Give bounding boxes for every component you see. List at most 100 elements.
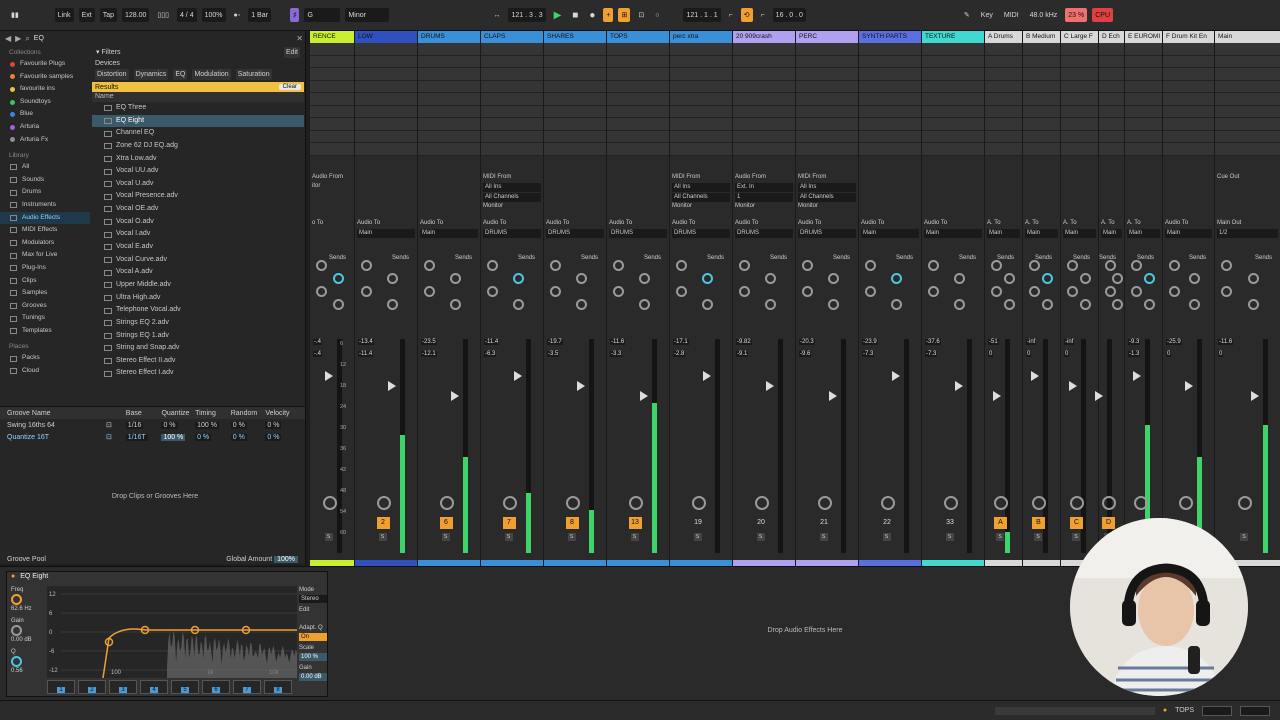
metronome-icon[interactable]: ▯▯▯ <box>154 8 172 22</box>
clip-slot[interactable] <box>1163 80 1214 93</box>
clip-slot[interactable] <box>922 143 984 156</box>
collection-item[interactable]: Favourite samples <box>0 71 90 84</box>
track-activator[interactable]: C <box>1070 517 1083 529</box>
result-item[interactable]: Ultra High.adv <box>92 292 304 305</box>
volume-fader-handle[interactable] <box>1095 391 1103 401</box>
clip-slot[interactable] <box>1023 68 1060 81</box>
send-knob[interactable] <box>332 299 344 310</box>
filter-tag[interactable]: Dynamics <box>133 69 169 80</box>
clip-slot[interactable] <box>544 55 606 68</box>
solo-button[interactable]: S <box>630 533 639 541</box>
arrangement-menu-icon[interactable]: ▮▮ <box>8 8 22 22</box>
clip-slot[interactable] <box>355 118 417 131</box>
pan-knob[interactable] <box>880 496 895 510</box>
send-knob[interactable] <box>991 286 1002 297</box>
send-knob[interactable] <box>638 299 650 310</box>
result-item[interactable]: EQ Three <box>92 102 304 115</box>
track-title[interactable]: LOW <box>355 31 417 43</box>
track-title[interactable]: TOPS <box>607 31 669 43</box>
track-activator[interactable]: A <box>994 517 1007 529</box>
clip-slot[interactable] <box>355 143 417 156</box>
send-knob[interactable] <box>1248 273 1259 284</box>
eq-band-button[interactable]: 4 <box>140 680 168 694</box>
send-knob[interactable] <box>802 286 813 297</box>
result-item[interactable]: Vocal E.adv <box>92 241 304 254</box>
solo-button[interactable]: S <box>819 533 828 541</box>
clip-slot[interactable] <box>670 43 732 56</box>
clip-slot[interactable] <box>796 143 858 156</box>
groove-quantize-field[interactable]: 100 % <box>161 433 186 441</box>
volume-fader-handle[interactable] <box>451 391 459 401</box>
clip-slot[interactable] <box>355 80 417 93</box>
clip-slot[interactable] <box>670 80 732 93</box>
library-item[interactable]: Max for Live <box>0 249 90 262</box>
send-knob[interactable] <box>512 273 524 284</box>
send-knob[interactable] <box>764 273 776 284</box>
input-channel-select[interactable]: All Channels <box>672 193 730 202</box>
key-root-select[interactable]: G <box>304 8 341 22</box>
volume-readout[interactable]: -.4 <box>313 339 323 345</box>
output-select[interactable]: Main <box>1101 229 1122 238</box>
output-select[interactable]: DRUMS <box>798 229 856 238</box>
send-knob[interactable] <box>953 273 965 284</box>
collection-item[interactable]: Blue <box>0 108 90 121</box>
result-item[interactable]: Stereo Effect I.adv <box>92 367 304 380</box>
clip-slot[interactable] <box>922 43 984 56</box>
result-item[interactable]: Vocal Curve.adv <box>92 254 304 267</box>
hot-swap-icon[interactable]: ⊡ <box>106 421 126 429</box>
clip-slot[interactable] <box>1099 55 1124 68</box>
clip-slot[interactable] <box>859 143 921 156</box>
send-knob[interactable] <box>1221 260 1232 271</box>
send-knob[interactable] <box>1067 260 1078 271</box>
clip-slot[interactable] <box>985 130 1022 143</box>
clip-slot[interactable] <box>481 55 543 68</box>
result-item[interactable]: Channel EQ <box>92 127 304 140</box>
clip-slot[interactable] <box>859 68 921 81</box>
send-knob[interactable] <box>332 273 344 284</box>
send-knob[interactable] <box>1189 273 1200 284</box>
clip-slot[interactable] <box>1061 80 1098 93</box>
collection-item[interactable]: Soundtoys <box>0 96 90 109</box>
clip-slot[interactable] <box>733 118 795 131</box>
filter-tag[interactable]: Modulation <box>192 69 231 80</box>
groove-quantize-field[interactable]: 0 % <box>161 421 178 429</box>
collection-item[interactable]: Arturia <box>0 121 90 134</box>
output-select[interactable]: Main <box>924 229 982 238</box>
clip-slot[interactable] <box>544 80 606 93</box>
track-title[interactable]: Main <box>1215 31 1280 43</box>
clip-slot[interactable] <box>1163 118 1214 131</box>
send-knob[interactable] <box>449 299 461 310</box>
solo-button[interactable]: S <box>504 533 513 541</box>
volume-fader-handle[interactable] <box>1133 371 1141 381</box>
send-knob[interactable] <box>1042 273 1053 284</box>
output-select[interactable]: DRUMS <box>672 229 730 238</box>
eq-band-button[interactable]: 8 <box>264 680 292 694</box>
zoom-field[interactable]: 100% <box>201 8 226 22</box>
eq-band-button[interactable]: 1 <box>47 680 75 694</box>
track-title[interactable]: C Large F <box>1061 31 1098 43</box>
clip-slot[interactable] <box>1099 118 1124 131</box>
send-knob[interactable] <box>424 260 435 271</box>
library-item[interactable]: Clips <box>0 275 90 288</box>
volume-readout[interactable]: -11.6 <box>610 339 626 345</box>
solo-button[interactable]: S <box>756 533 765 541</box>
adapt-q-toggle[interactable]: On <box>299 633 327 641</box>
clip-slot[interactable] <box>481 93 543 106</box>
volume-readout[interactable]: -9.3 <box>1128 339 1141 345</box>
library-item[interactable]: Templates <box>0 325 90 338</box>
play-icon[interactable]: ▶ <box>551 8 565 22</box>
track-activator[interactable]: 8 <box>565 517 579 529</box>
send-knob[interactable] <box>953 299 965 310</box>
send-knob[interactable] <box>575 299 587 310</box>
send-knob[interactable] <box>991 260 1002 271</box>
volume-fader-handle[interactable] <box>325 371 333 381</box>
clip-slot[interactable] <box>1163 68 1214 81</box>
clip-slot[interactable] <box>922 55 984 68</box>
library-item[interactable]: Audio Effects <box>0 211 90 225</box>
volume-readout[interactable]: -inf <box>1026 339 1037 345</box>
clip-slot[interactable] <box>733 105 795 118</box>
send-knob[interactable] <box>1221 286 1232 297</box>
send-knob[interactable] <box>361 260 372 271</box>
clip-slot[interactable] <box>418 143 480 156</box>
send-knob[interactable] <box>1144 299 1155 310</box>
